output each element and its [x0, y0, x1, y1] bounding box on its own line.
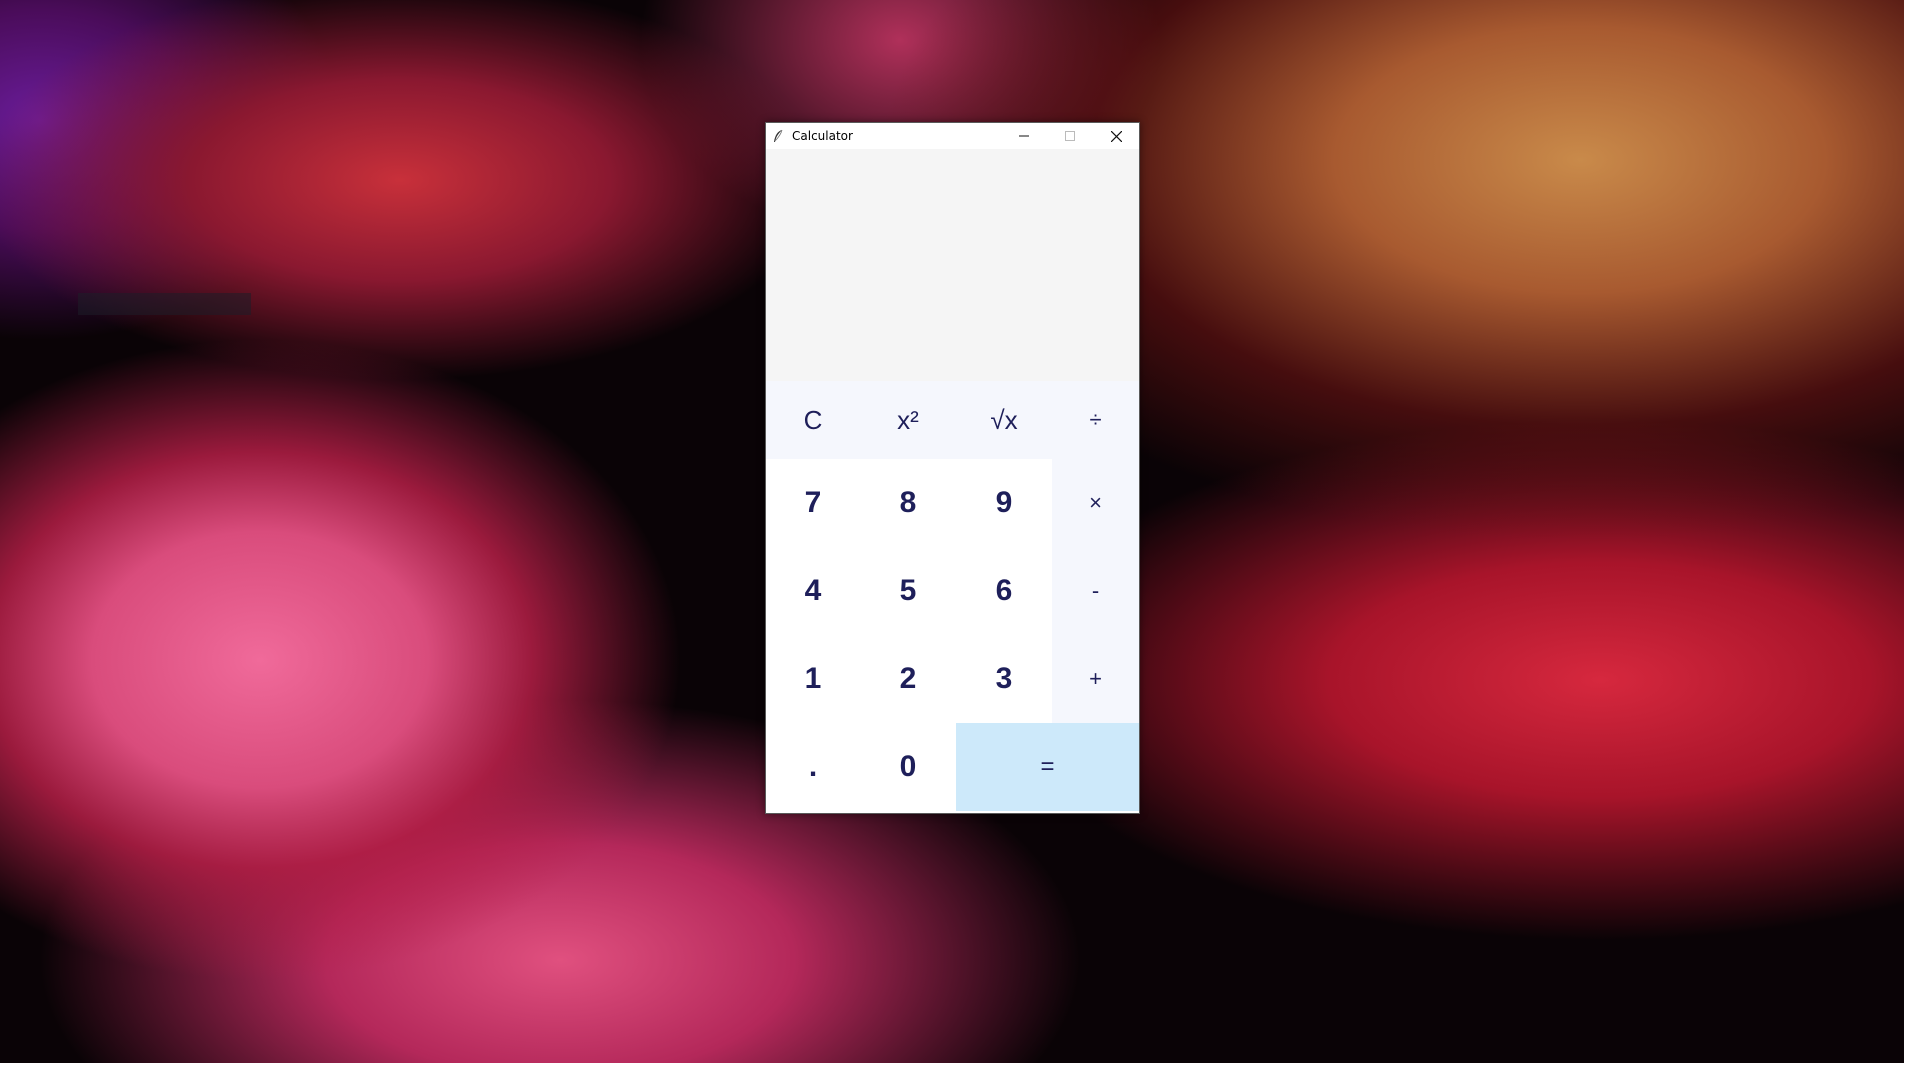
equals-button[interactable]: = [956, 723, 1139, 811]
digit-5-button[interactable]: 5 [860, 547, 956, 635]
digit-2-button[interactable]: 2 [860, 635, 956, 723]
minimize-icon [1019, 135, 1029, 137]
close-button[interactable] [1093, 123, 1139, 149]
add-button[interactable]: + [1052, 635, 1139, 723]
digit-4-button[interactable]: 4 [766, 547, 860, 635]
minimize-button[interactable] [1001, 123, 1047, 149]
desktop-background: Calculator C x² √x ÷ 7 8 9 × 4 5 6 - 1 2… [0, 0, 1904, 1063]
multiply-button[interactable]: × [1052, 459, 1139, 547]
subtract-button[interactable]: - [1052, 547, 1139, 635]
digit-9-button[interactable]: 9 [956, 459, 1052, 547]
close-icon [1110, 130, 1122, 142]
calculator-display [766, 149, 1139, 381]
digit-7-button[interactable]: 7 [766, 459, 860, 547]
calculator-window: Calculator C x² √x ÷ 7 8 9 × 4 5 6 - 1 2… [765, 122, 1140, 814]
square-button[interactable]: x² [860, 381, 956, 459]
maximize-icon [1065, 131, 1075, 141]
decimal-button[interactable]: . [766, 723, 860, 811]
desktop-overlay-strip [78, 293, 251, 315]
digit-6-button[interactable]: 6 [956, 547, 1052, 635]
maximize-button[interactable] [1047, 123, 1093, 149]
sqrt-button[interactable]: √x [956, 381, 1052, 459]
digit-3-button[interactable]: 3 [956, 635, 1052, 723]
digit-1-button[interactable]: 1 [766, 635, 860, 723]
feather-icon [774, 129, 783, 142]
digit-8-button[interactable]: 8 [860, 459, 956, 547]
calculator-keypad: C x² √x ÷ 7 8 9 × 4 5 6 - 1 2 3 + . 0 = [766, 381, 1139, 813]
window-titlebar[interactable]: Calculator [766, 123, 1139, 149]
digit-0-button[interactable]: 0 [860, 723, 956, 811]
divide-button[interactable]: ÷ [1052, 381, 1139, 459]
window-title: Calculator [792, 129, 853, 143]
clear-button[interactable]: C [766, 381, 860, 459]
